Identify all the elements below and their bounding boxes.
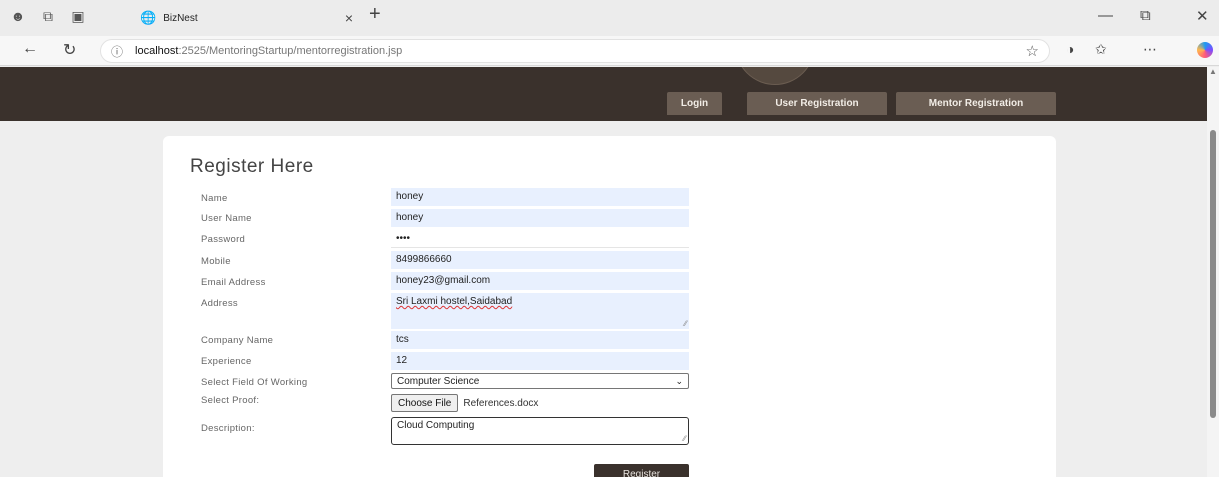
proof-file-input: Choose File References.docx <box>391 392 689 414</box>
new-tab-icon[interactable]: + <box>369 3 381 26</box>
address-bar[interactable]: ⓘ localhost :2525/MentoringStartup/mento… <box>100 39 1050 63</box>
chevron-down-icon: ⌄ <box>675 375 683 386</box>
restore-icon[interactable]: ⧉ <box>1140 7 1151 24</box>
description-resize-grip-icon[interactable]: ∕∕ <box>683 434 686 443</box>
address-textarea[interactable]: Sri Laxmi hostel,Saidabad ∕∕ <box>391 293 689 329</box>
header-logo-disc <box>735 67 815 85</box>
tab-title: BizNest <box>163 12 198 24</box>
refresh-icon[interactable]: ↻ <box>63 40 76 60</box>
url-host: localhost <box>135 45 179 57</box>
url-path: :2525/MentoringStartup/mentorregistratio… <box>178 45 403 57</box>
globe-icon: 🌐 <box>140 10 157 25</box>
description-textarea[interactable]: Cloud Computing ∕∕ <box>391 417 689 445</box>
field-of-working-value: Computer Science <box>397 375 480 387</box>
label-address: Address <box>201 298 238 309</box>
company-input[interactable]: tcs <box>391 331 689 349</box>
nav-user-registration[interactable]: User Registration <box>747 92 887 115</box>
split-screen-icon[interactable]: ◑ <box>1066 41 1074 57</box>
browser-tab[interactable]: 🌐 BizNest × <box>134 4 359 32</box>
description-value: Cloud Computing <box>397 420 475 431</box>
password-input[interactable]: •••• <box>391 230 689 248</box>
copilot-icon[interactable] <box>1197 42 1213 58</box>
profile-icon[interactable]: ☻ <box>6 4 30 28</box>
favorites-icon[interactable]: ✩ <box>1095 41 1107 58</box>
label-company: Company Name <box>201 335 274 346</box>
label-experience: Experience <box>201 356 252 367</box>
more-options-icon[interactable]: ⋯ <box>1143 41 1157 58</box>
minimize-icon[interactable]: — <box>1098 7 1113 24</box>
page-scrollbar[interactable]: ▲ <box>1207 67 1219 477</box>
site-info-icon[interactable]: ⓘ <box>111 43 123 60</box>
site-header: Login User Registration Mentor Registrat… <box>0 67 1219 121</box>
back-icon[interactable]: ← <box>22 40 38 58</box>
workspaces-icon[interactable]: ⧉ <box>36 4 60 28</box>
form-title: Register Here <box>190 156 314 177</box>
mobile-input[interactable]: 8499866660 <box>391 251 689 269</box>
label-email: Email Address <box>201 277 266 288</box>
label-proof: Select Proof: <box>201 395 260 406</box>
register-button[interactable]: Register <box>594 464 689 477</box>
address-value: Sri Laxmi hostel,Saidabad <box>396 296 513 307</box>
favorite-star-icon[interactable]: ☆ <box>1026 42 1039 60</box>
scroll-up-icon[interactable]: ▲ <box>1209 67 1217 76</box>
nav-mentor-registration[interactable]: Mentor Registration <box>896 92 1056 115</box>
label-name: Name <box>201 193 228 204</box>
username-input[interactable]: honey <box>391 209 689 227</box>
resize-grip-icon[interactable]: ∕∕ <box>684 319 687 328</box>
selected-file-name: References.docx <box>463 397 539 409</box>
label-field-of-working: Select Field Of Working <box>201 377 308 388</box>
scrollbar-thumb[interactable] <box>1210 130 1216 418</box>
tab-actions-icon[interactable]: ▣ <box>66 4 90 28</box>
label-password: Password <box>201 234 246 245</box>
choose-file-button[interactable]: Choose File <box>391 394 459 412</box>
experience-input[interactable]: 12 <box>391 352 689 370</box>
nav-login[interactable]: Login <box>667 92 722 115</box>
label-username: User Name <box>201 213 252 224</box>
address-bar-row: ← ↻ ⓘ localhost :2525/MentoringStartup/m… <box>0 36 1219 66</box>
close-window-icon[interactable]: ✕ <box>1196 7 1209 25</box>
email-input[interactable]: honey23@gmail.com <box>391 272 689 290</box>
name-input[interactable]: honey <box>391 188 689 206</box>
tab-close-icon[interactable]: × <box>345 10 353 26</box>
field-of-working-select[interactable]: Computer Science ⌄ <box>391 373 689 389</box>
browser-tab-strip: ☻ ⧉ ▣ 🌐 BizNest × + — ⧉ ✕ <box>0 0 1219 36</box>
label-mobile: Mobile <box>201 256 231 267</box>
label-description: Description: <box>201 423 255 434</box>
